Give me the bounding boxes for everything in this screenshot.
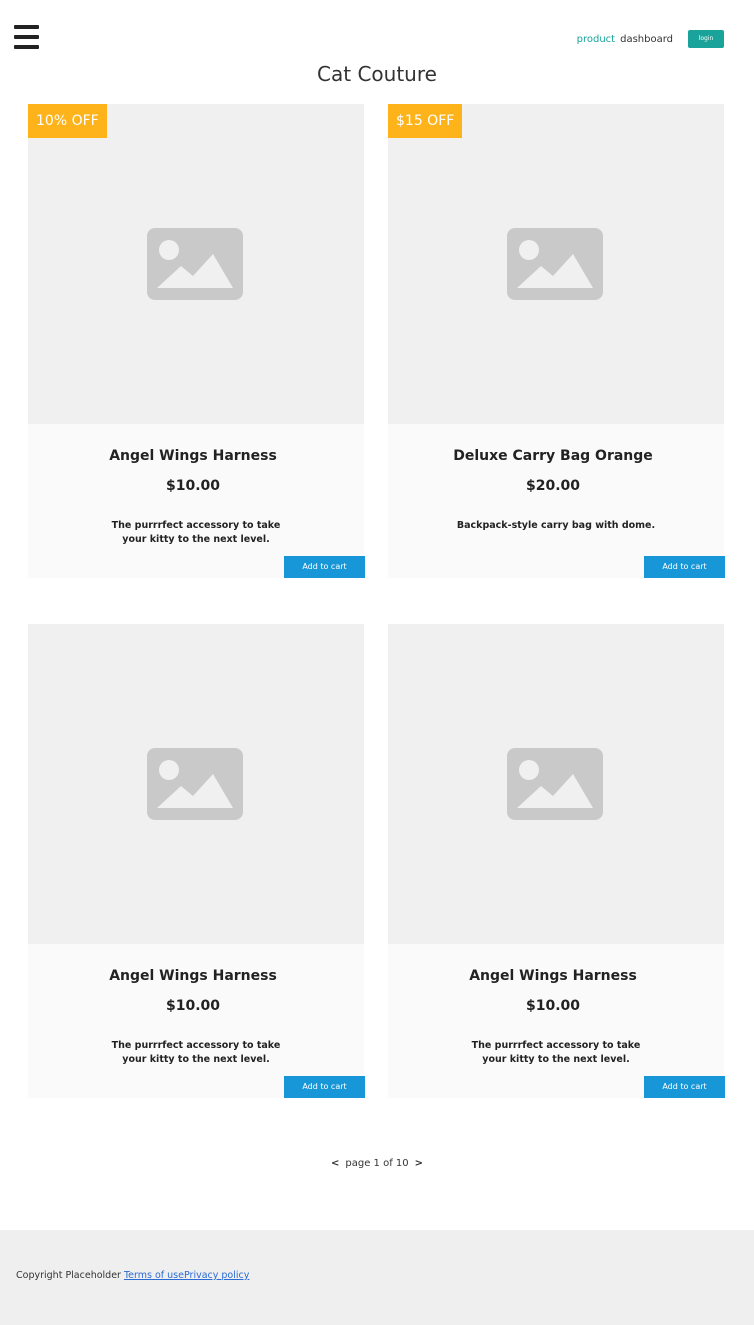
product-description: Backpack-style carry bag with dome. bbox=[456, 520, 656, 531]
product-card: Angel Wings Harness $10.00 The purrrfect… bbox=[388, 624, 725, 1098]
product-image[interactable] bbox=[388, 104, 724, 424]
top-nav: product dashboard login bbox=[577, 30, 724, 48]
add-to-cart-button[interactable]: Add to cart bbox=[284, 556, 365, 578]
product-name[interactable]: Deluxe Carry Bag Orange bbox=[388, 448, 718, 464]
product-image[interactable] bbox=[28, 624, 364, 944]
nav-product-link[interactable]: product bbox=[577, 34, 615, 45]
product-description: The purrrfect accessory to take your kit… bbox=[111, 520, 281, 545]
pagination: < page 1 of 10 > bbox=[0, 1158, 754, 1169]
product-image[interactable] bbox=[28, 104, 364, 424]
add-to-cart-button[interactable]: Add to cart bbox=[284, 1076, 365, 1098]
add-to-cart-button[interactable]: Add to cart bbox=[644, 556, 725, 578]
image-placeholder-icon bbox=[147, 748, 243, 820]
image-placeholder-icon bbox=[147, 228, 243, 300]
login-button[interactable]: login bbox=[688, 30, 724, 48]
product-name[interactable]: Angel Wings Harness bbox=[28, 968, 358, 984]
footer-text: Copyright Placeholder Terms of usePrivac… bbox=[16, 1270, 249, 1281]
discount-badge: $15 OFF bbox=[388, 104, 463, 138]
next-page-button[interactable]: > bbox=[409, 1158, 429, 1169]
discount-badge: 10% OFF bbox=[28, 104, 107, 138]
add-to-cart-button[interactable]: Add to cart bbox=[644, 1076, 725, 1098]
product-price: $10.00 bbox=[165, 478, 221, 494]
image-placeholder-icon bbox=[507, 228, 603, 300]
terms-of-use-link[interactable]: Terms of use bbox=[124, 1270, 184, 1281]
product-name[interactable]: Angel Wings Harness bbox=[388, 968, 718, 984]
privacy-policy-link[interactable]: Privacy policy bbox=[184, 1270, 249, 1281]
hamburger-menu-icon[interactable] bbox=[14, 25, 39, 49]
product-card: Angel Wings Harness $10.00 The purrrfect… bbox=[28, 624, 365, 1098]
product-description: The purrrfect accessory to take your kit… bbox=[471, 1040, 641, 1065]
product-image[interactable] bbox=[388, 624, 724, 944]
nav-dashboard-link[interactable]: dashboard bbox=[620, 34, 673, 45]
header: product dashboard login bbox=[0, 0, 754, 70]
footer: Copyright Placeholder Terms of usePrivac… bbox=[0, 1230, 754, 1325]
product-card: $15 OFF Deluxe Carry Bag Orange $20.00 B… bbox=[388, 104, 725, 578]
prev-page-button[interactable]: < bbox=[325, 1158, 345, 1169]
product-price: $10.00 bbox=[165, 998, 221, 1014]
page-indicator: page 1 of 10 bbox=[345, 1158, 409, 1169]
image-placeholder-icon bbox=[507, 748, 603, 820]
product-price: $20.00 bbox=[525, 478, 581, 494]
product-price: $10.00 bbox=[525, 998, 581, 1014]
product-name[interactable]: Angel Wings Harness bbox=[28, 448, 358, 464]
page-title: Cat Couture bbox=[317, 62, 437, 86]
product-card: 10% OFF Angel Wings Harness $10.00 The p… bbox=[28, 104, 365, 578]
product-description: The purrrfect accessory to take your kit… bbox=[111, 1040, 281, 1065]
copyright-text: Copyright Placeholder bbox=[16, 1270, 124, 1281]
